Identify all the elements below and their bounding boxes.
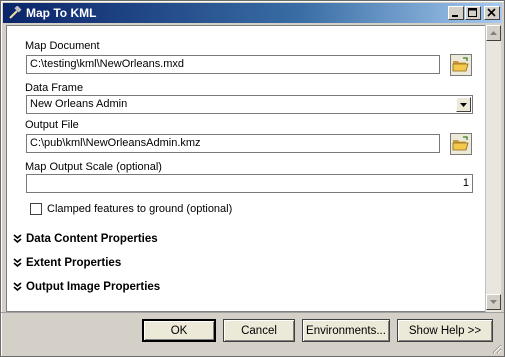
vertical-scrollbar[interactable]	[485, 25, 501, 312]
chevron-down-icon	[460, 103, 467, 107]
clamped-checkbox[interactable]	[30, 203, 42, 215]
output-file-browse-button[interactable]	[450, 133, 472, 155]
maximize-icon	[468, 8, 477, 17]
map-to-kml-dialog: Map To KML Map Document C:\testing\kml\N…	[0, 0, 505, 357]
map-document-browse-button[interactable]	[450, 54, 472, 76]
double-chevron-down-icon	[13, 258, 22, 268]
section-extent-properties[interactable]: Extent Properties	[13, 257, 121, 269]
section-label: Data Content Properties	[26, 233, 158, 245]
environments-button[interactable]: Environments...	[302, 319, 390, 342]
section-output-image-properties[interactable]: Output Image Properties	[13, 281, 160, 293]
map-document-label: Map Document	[25, 40, 100, 52]
double-chevron-down-icon	[13, 234, 22, 244]
show-help-button[interactable]: Show Help >>	[397, 319, 493, 342]
minimize-icon	[452, 15, 458, 17]
map-document-input[interactable]: C:\testing\kml\NewOrleans.mxd	[26, 55, 440, 74]
folder-open-icon	[452, 57, 469, 72]
map-output-scale-label: Map Output Scale (optional)	[25, 161, 162, 173]
clamped-label: Clamped features to ground (optional)	[47, 203, 233, 215]
footer-divider	[1, 312, 504, 313]
hammer-icon	[9, 6, 22, 19]
section-data-content-properties[interactable]: Data Content Properties	[13, 233, 158, 245]
double-chevron-down-icon	[13, 282, 22, 292]
arrow-up-icon	[490, 31, 497, 35]
maximize-button[interactable]	[465, 6, 481, 20]
window-title: Map To KML	[26, 6, 97, 20]
dropdown-arrow-button[interactable]	[456, 97, 471, 112]
close-button[interactable]	[484, 6, 500, 20]
map-output-scale-input[interactable]: 1	[26, 174, 473, 193]
data-frame-value: New Orleans Admin	[30, 98, 128, 110]
arrow-down-icon	[490, 300, 497, 304]
title-bar[interactable]: Map To KML	[3, 3, 502, 23]
scroll-up-button[interactable]	[486, 25, 501, 41]
section-label: Extent Properties	[26, 257, 122, 269]
data-frame-label: Data Frame	[25, 82, 84, 94]
output-file-label: Output File	[25, 119, 79, 131]
folder-open-icon	[452, 136, 469, 151]
resize-grip-icon[interactable]	[490, 342, 502, 354]
scroll-down-button[interactable]	[486, 294, 501, 310]
output-file-input[interactable]: C:\pub\kml\NewOrleansAdmin.kmz	[26, 134, 440, 153]
cancel-button[interactable]: Cancel	[223, 319, 295, 342]
section-label: Output Image Properties	[26, 281, 161, 293]
data-frame-select[interactable]: New Orleans Admin	[26, 95, 473, 114]
close-icon	[487, 8, 496, 17]
parameters-panel: Map Document C:\testing\kml\NewOrleans.m…	[6, 25, 485, 312]
minimize-button[interactable]	[448, 6, 464, 20]
ok-button[interactable]: OK	[142, 319, 216, 342]
